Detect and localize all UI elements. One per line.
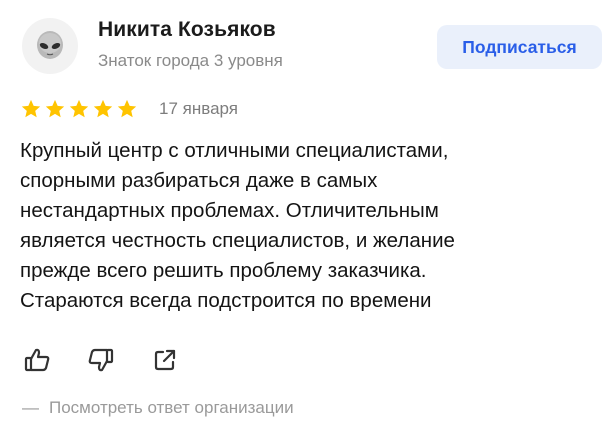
share-icon bbox=[154, 349, 176, 371]
review-actions bbox=[22, 345, 180, 375]
rating-stars bbox=[20, 98, 138, 120]
review-text-line: Крупный центр с отличными специалистами, bbox=[20, 139, 449, 162]
alien-icon bbox=[37, 31, 63, 59]
star-icon bbox=[21, 99, 41, 118]
thumbs-down-icon bbox=[88, 348, 114, 372]
author-level: Знаток города 3 уровня bbox=[98, 51, 283, 70]
star-icon bbox=[45, 99, 65, 118]
review-text-line: спорными разбираться даже в самых bbox=[20, 169, 378, 192]
like-button[interactable] bbox=[22, 345, 52, 375]
share-button[interactable] bbox=[150, 345, 180, 375]
review-text-line: нестандартных проблемах. Отличительным bbox=[20, 199, 439, 222]
review-text-line: Стараются всегда подстроится по времени bbox=[20, 289, 432, 312]
reply-label: Посмотреть ответ организации bbox=[49, 398, 294, 417]
view-organization-reply-link[interactable]: — Посмотреть ответ организации bbox=[22, 398, 294, 418]
subscribe-button[interactable]: Подписаться bbox=[437, 25, 602, 69]
dislike-button[interactable] bbox=[86, 345, 116, 375]
reply-dash: — bbox=[22, 398, 39, 417]
review-text: Крупный центр с отличными специалистами,… bbox=[20, 136, 580, 316]
review-text-line: прежде всего решить проблему заказчика. bbox=[20, 259, 427, 282]
thumbs-up-icon bbox=[24, 348, 50, 372]
author-name[interactable]: Никита Козьяков bbox=[98, 18, 276, 42]
review-text-line: является честность специалистов, и желан… bbox=[20, 229, 455, 252]
avatar[interactable] bbox=[22, 18, 78, 74]
review-date: 17 января bbox=[159, 99, 238, 118]
star-icon bbox=[93, 99, 113, 118]
star-icon bbox=[69, 99, 89, 118]
star-icon bbox=[117, 99, 137, 118]
